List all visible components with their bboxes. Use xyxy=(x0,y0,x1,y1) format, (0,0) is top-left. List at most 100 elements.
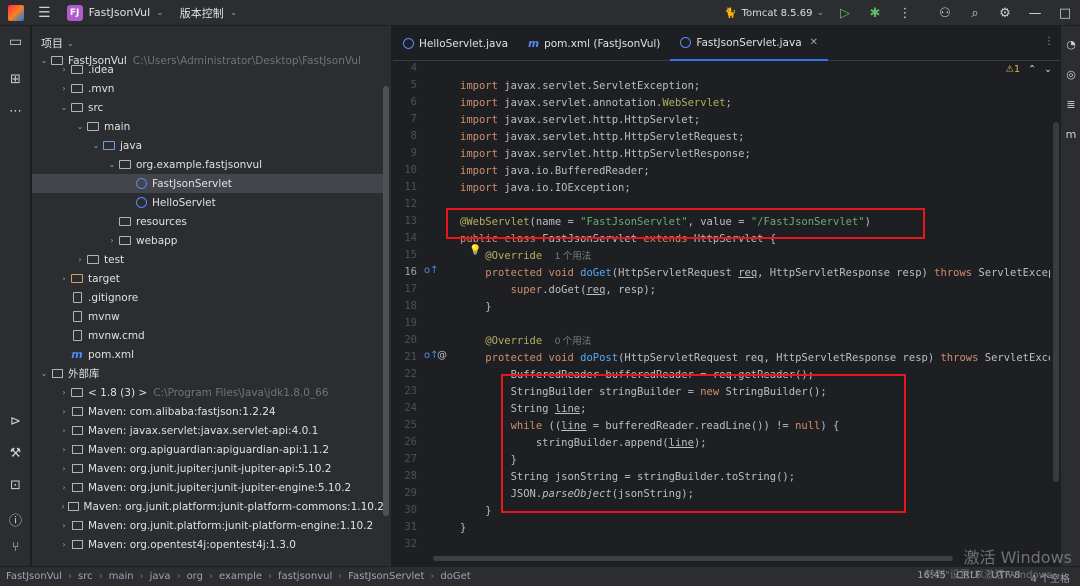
tree-item[interactable]: › test xyxy=(32,250,384,269)
chevron-right-icon[interactable]: › xyxy=(58,521,70,530)
tree-item[interactable]: m pom.xml xyxy=(32,345,384,364)
add-user-icon[interactable]: ⚇ xyxy=(930,6,960,21)
close-icon[interactable]: ✕ xyxy=(810,37,818,48)
chevron-right-icon[interactable]: › xyxy=(58,65,70,74)
gear-icon[interactable]: ⚙ xyxy=(990,6,1020,21)
tree-item-label: HelloServlet xyxy=(152,196,216,209)
notifications-icon[interactable]: ◔ xyxy=(1061,38,1080,51)
more-actions-icon[interactable]: ⋮ xyxy=(890,6,920,21)
chevron-right-icon[interactable]: › xyxy=(58,407,70,416)
tree-item[interactable]: resources xyxy=(32,212,384,231)
line-number: 27 xyxy=(404,453,417,465)
tree-item[interactable]: › webapp xyxy=(32,231,384,250)
breadcrumb-item[interactable]: example xyxy=(219,571,262,582)
terminal-icon[interactable]: ⊡ xyxy=(0,478,31,493)
breadcrumb-item[interactable]: fastjsonvul xyxy=(278,571,332,582)
project-name[interactable]: FastJsonVul xyxy=(89,6,151,19)
chevron-right-icon[interactable]: › xyxy=(58,445,70,454)
search-icon[interactable]: ⌕ xyxy=(960,6,990,21)
tree-item[interactable]: › .mvn xyxy=(32,79,384,98)
tree-item[interactable]: › Maven: javax.servlet:javax.servlet-api:… xyxy=(32,421,384,440)
chevron-down-icon[interactable]: ⌄ xyxy=(106,160,118,169)
run-config-selector[interactable]: 🐈 Tomcat 8.5.69 ⌄ xyxy=(724,8,824,19)
chevron-right-icon[interactable]: › xyxy=(74,255,86,264)
breadcrumb-item[interactable]: FastJsonServlet xyxy=(348,571,424,582)
debug-icon[interactable]: ✱ xyxy=(860,6,890,21)
tree-item[interactable]: › Maven: org.junit.jupiter:junit-jupiter-… xyxy=(32,459,384,478)
breadcrumb-item[interactable]: java xyxy=(150,571,171,582)
tree-item[interactable]: ⌄ main xyxy=(32,117,384,136)
breadcrumb-item[interactable]: doGet xyxy=(440,571,470,582)
tree-item[interactable]: › Maven: com.alibaba:fastjson:1.2.24 xyxy=(32,402,384,421)
run-icon[interactable]: ▷ xyxy=(830,6,860,21)
more-tools-icon[interactable]: ⋯ xyxy=(0,104,31,119)
chevron-right-icon[interactable]: › xyxy=(58,426,70,435)
chevron-down-icon[interactable]: ⌄ xyxy=(38,369,50,378)
maven-tool-icon[interactable]: m xyxy=(1061,128,1080,141)
hamburger-menu-icon[interactable]: ☰ xyxy=(38,5,51,21)
tree-item-label: < 1.8 (3) > xyxy=(88,386,148,399)
maximize-icon[interactable]: □ xyxy=(1050,6,1080,21)
minimize-icon[interactable]: — xyxy=(1020,6,1050,21)
tree-item[interactable]: › target xyxy=(32,269,384,288)
git-icon[interactable]: ⑂ xyxy=(0,540,31,555)
tree-item[interactable]: FastJsonServlet xyxy=(32,174,384,193)
chevron-right-icon[interactable]: › xyxy=(58,274,70,283)
tree-item[interactable]: › Maven: org.junit.platform:junit-platfor… xyxy=(32,497,384,516)
code-line: protected void doPost(HttpServletRequest… xyxy=(485,352,1050,364)
chevron-right-icon[interactable]: › xyxy=(58,84,70,93)
chevron-right-icon: › xyxy=(139,571,144,582)
chevron-down-icon[interactable]: ⌄ xyxy=(230,8,238,18)
override-marker-icon[interactable]: o↑ xyxy=(424,265,439,276)
tab-pom-xml[interactable]: m pom.xml (FastJsonVul) xyxy=(518,26,670,61)
tree-item[interactable]: .gitignore xyxy=(32,288,384,307)
annotation-marker-icon[interactable]: @ xyxy=(437,350,447,361)
tree-item[interactable]: › Maven: org.junit.platform:junit-platfor… xyxy=(32,516,384,535)
chevron-right-icon[interactable]: › xyxy=(58,483,70,492)
chevron-down-icon[interactable]: ⌄ xyxy=(156,8,164,18)
chevron-down-icon[interactable]: ⌄ xyxy=(58,103,70,112)
vcs-menu[interactable]: 版本控制 xyxy=(180,5,224,21)
tab-options-icon[interactable]: ⋮ xyxy=(1044,36,1054,47)
ai-assistant-icon[interactable]: ◎ xyxy=(1061,68,1080,81)
tree-item[interactable]: HelloServlet xyxy=(32,193,384,212)
chevron-right-icon[interactable]: › xyxy=(58,540,70,549)
tree-item-label: java xyxy=(120,139,142,152)
breadcrumb-item[interactable]: src xyxy=(78,571,93,582)
tree-item[interactable]: ⌄ java xyxy=(32,136,384,155)
tab-hello-servlet[interactable]: HelloServlet.java xyxy=(393,26,518,61)
tree-scrollbar[interactable] xyxy=(383,86,389,516)
chevron-right-icon[interactable]: › xyxy=(58,388,70,397)
breadcrumb-item[interactable]: FastJsonVul xyxy=(6,571,62,582)
folder-icon xyxy=(70,387,84,399)
problems-icon[interactable]: ⓘ xyxy=(0,510,31,529)
chevron-down-icon[interactable]: ⌄ xyxy=(74,122,86,131)
editor-hscrollbar[interactable] xyxy=(433,556,953,561)
structure-icon[interactable]: ⊞ xyxy=(0,72,31,87)
breadcrumb-item[interactable]: main xyxy=(109,571,134,582)
chevron-right-icon[interactable]: › xyxy=(58,502,68,511)
build-icon[interactable]: ⚒ xyxy=(0,446,31,461)
project-badge[interactable]: FJ xyxy=(66,4,83,21)
editor-scrollbar[interactable] xyxy=(1053,122,1059,482)
tree-item[interactable]: ⌄ org.example.fastjsonvul xyxy=(32,155,384,174)
services-icon[interactable]: ⊳ xyxy=(0,414,31,429)
tree-item[interactable]: › < 1.8 (3) > C:\Program Files\Java\jdk1.8… xyxy=(32,383,384,402)
breadcrumb-item[interactable]: org xyxy=(187,571,203,582)
tree-item[interactable]: mvnw xyxy=(32,307,384,326)
chevron-right-icon: › xyxy=(176,571,181,582)
database-icon[interactable]: ≣ xyxy=(1061,98,1080,111)
tree-item[interactable]: ⌄ src xyxy=(32,98,384,117)
tree-item[interactable]: › .idea xyxy=(32,60,384,79)
tree-item[interactable]: ⌄ 外部库 xyxy=(32,364,384,383)
tree-item[interactable]: mvnw.cmd xyxy=(32,326,384,345)
line-number: 10 xyxy=(404,164,417,176)
tree-item[interactable]: › Maven: org.apiguardian:apiguardian-api:… xyxy=(32,440,384,459)
chevron-down-icon[interactable]: ⌄ xyxy=(90,141,102,150)
tab-fastjson-servlet[interactable]: FastJsonServlet.java ✕ xyxy=(670,26,829,61)
project-folder-icon[interactable]: ▭ xyxy=(0,34,31,50)
tree-item[interactable]: › Maven: org.junit.jupiter:junit-jupiter-… xyxy=(32,478,384,497)
chevron-right-icon[interactable]: › xyxy=(58,464,70,473)
chevron-right-icon[interactable]: › xyxy=(106,236,118,245)
tree-item[interactable]: › Maven: org.opentest4j:opentest4j:1.3.0 xyxy=(32,535,384,554)
